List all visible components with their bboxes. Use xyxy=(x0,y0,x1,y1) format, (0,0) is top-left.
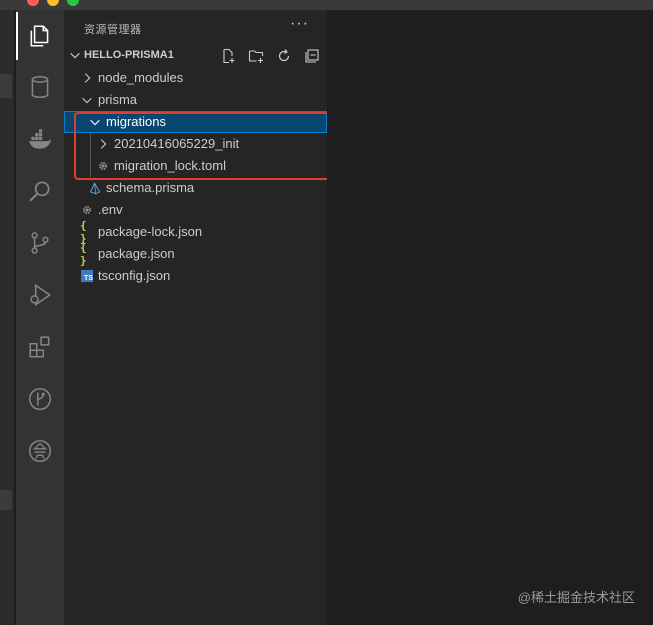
chevron-down-icon xyxy=(82,97,92,104)
activity-remote[interactable] xyxy=(16,427,64,475)
tree-item-prisma[interactable]: prisma xyxy=(64,89,327,111)
collapse-all-icon xyxy=(305,49,319,63)
outer-edge-mark xyxy=(0,490,12,510)
tree-item-label: tsconfig.json xyxy=(98,268,171,283)
new-folder-icon xyxy=(248,50,264,63)
new-file-button[interactable] xyxy=(219,47,237,65)
chevron-down-icon xyxy=(70,52,80,59)
new-file-icon xyxy=(223,48,235,64)
run-debug-icon xyxy=(30,283,52,307)
activity-docker[interactable] xyxy=(16,115,64,163)
tree-item-package-lock-json[interactable]: { } package-lock.json xyxy=(64,219,327,245)
workspace-section-header[interactable]: HELLO-PRISMA1 xyxy=(64,45,327,67)
prisma-icon xyxy=(88,181,102,195)
tree-item-label: package-lock.json xyxy=(98,224,203,239)
activity-source-control[interactable] xyxy=(16,219,64,267)
outer-window-edge xyxy=(0,10,14,625)
typescript-icon: TS xyxy=(81,270,93,282)
database-icon xyxy=(31,75,49,99)
activity-explorer[interactable] xyxy=(16,12,64,60)
refresh-icon xyxy=(278,49,290,62)
docker-icon xyxy=(29,129,51,149)
workspace-name: HELLO-PRISMA1 xyxy=(84,49,174,61)
search-icon xyxy=(29,181,50,202)
source-control-icon xyxy=(31,232,49,254)
tree-item-label: node_modules xyxy=(98,70,184,85)
activity-gitlens[interactable] xyxy=(16,375,64,423)
tree-item-schema-prisma[interactable]: schema.prisma xyxy=(64,177,327,199)
json-icon: { } xyxy=(80,219,87,245)
minimize-window-button[interactable] xyxy=(47,0,59,6)
new-folder-button[interactable] xyxy=(247,47,265,65)
explorer-icon xyxy=(30,25,49,47)
tree-item-node-modules[interactable]: node_modules xyxy=(64,67,327,89)
gear-icon xyxy=(80,203,94,217)
tree-item-label: package.json xyxy=(98,246,175,261)
more-actions-icon[interactable]: ··· xyxy=(290,15,309,33)
editor-area xyxy=(327,10,653,625)
json-icon: { } xyxy=(80,241,87,267)
extensions-icon xyxy=(29,336,50,358)
close-window-button[interactable] xyxy=(27,0,39,6)
activity-search[interactable] xyxy=(16,167,64,215)
tree-item-label: schema.prisma xyxy=(106,180,195,195)
tree-item-label: .env xyxy=(98,202,123,217)
tree-item-tsconfig-json[interactable]: TS tsconfig.json xyxy=(64,265,327,287)
outer-edge-mark xyxy=(0,74,12,98)
explorer-header: 资源管理器 ··· xyxy=(64,10,327,45)
chevron-right-icon xyxy=(84,73,91,83)
activity-extensions[interactable] xyxy=(16,323,64,371)
remote-icon xyxy=(28,439,52,463)
refresh-button[interactable] xyxy=(275,47,293,65)
activity-bar xyxy=(16,10,64,625)
explorer-title: 资源管理器 xyxy=(84,24,142,36)
activity-database[interactable] xyxy=(16,63,64,111)
title-bar xyxy=(0,0,653,10)
collapse-all-button[interactable] xyxy=(303,47,321,65)
explorer-sidebar: 资源管理器 ··· HELLO-PRISMA1 node_modules pri… xyxy=(64,10,327,625)
tree-item-package-json[interactable]: { } package.json xyxy=(64,241,327,267)
watermark: @稀土掘金技术社区 xyxy=(517,590,635,605)
tree-item-env[interactable]: .env xyxy=(64,199,327,221)
zoom-window-button[interactable] xyxy=(67,0,79,6)
tree-item-label: prisma xyxy=(98,92,138,107)
activity-run-debug[interactable] xyxy=(16,271,64,319)
gitlens-icon xyxy=(28,387,52,411)
